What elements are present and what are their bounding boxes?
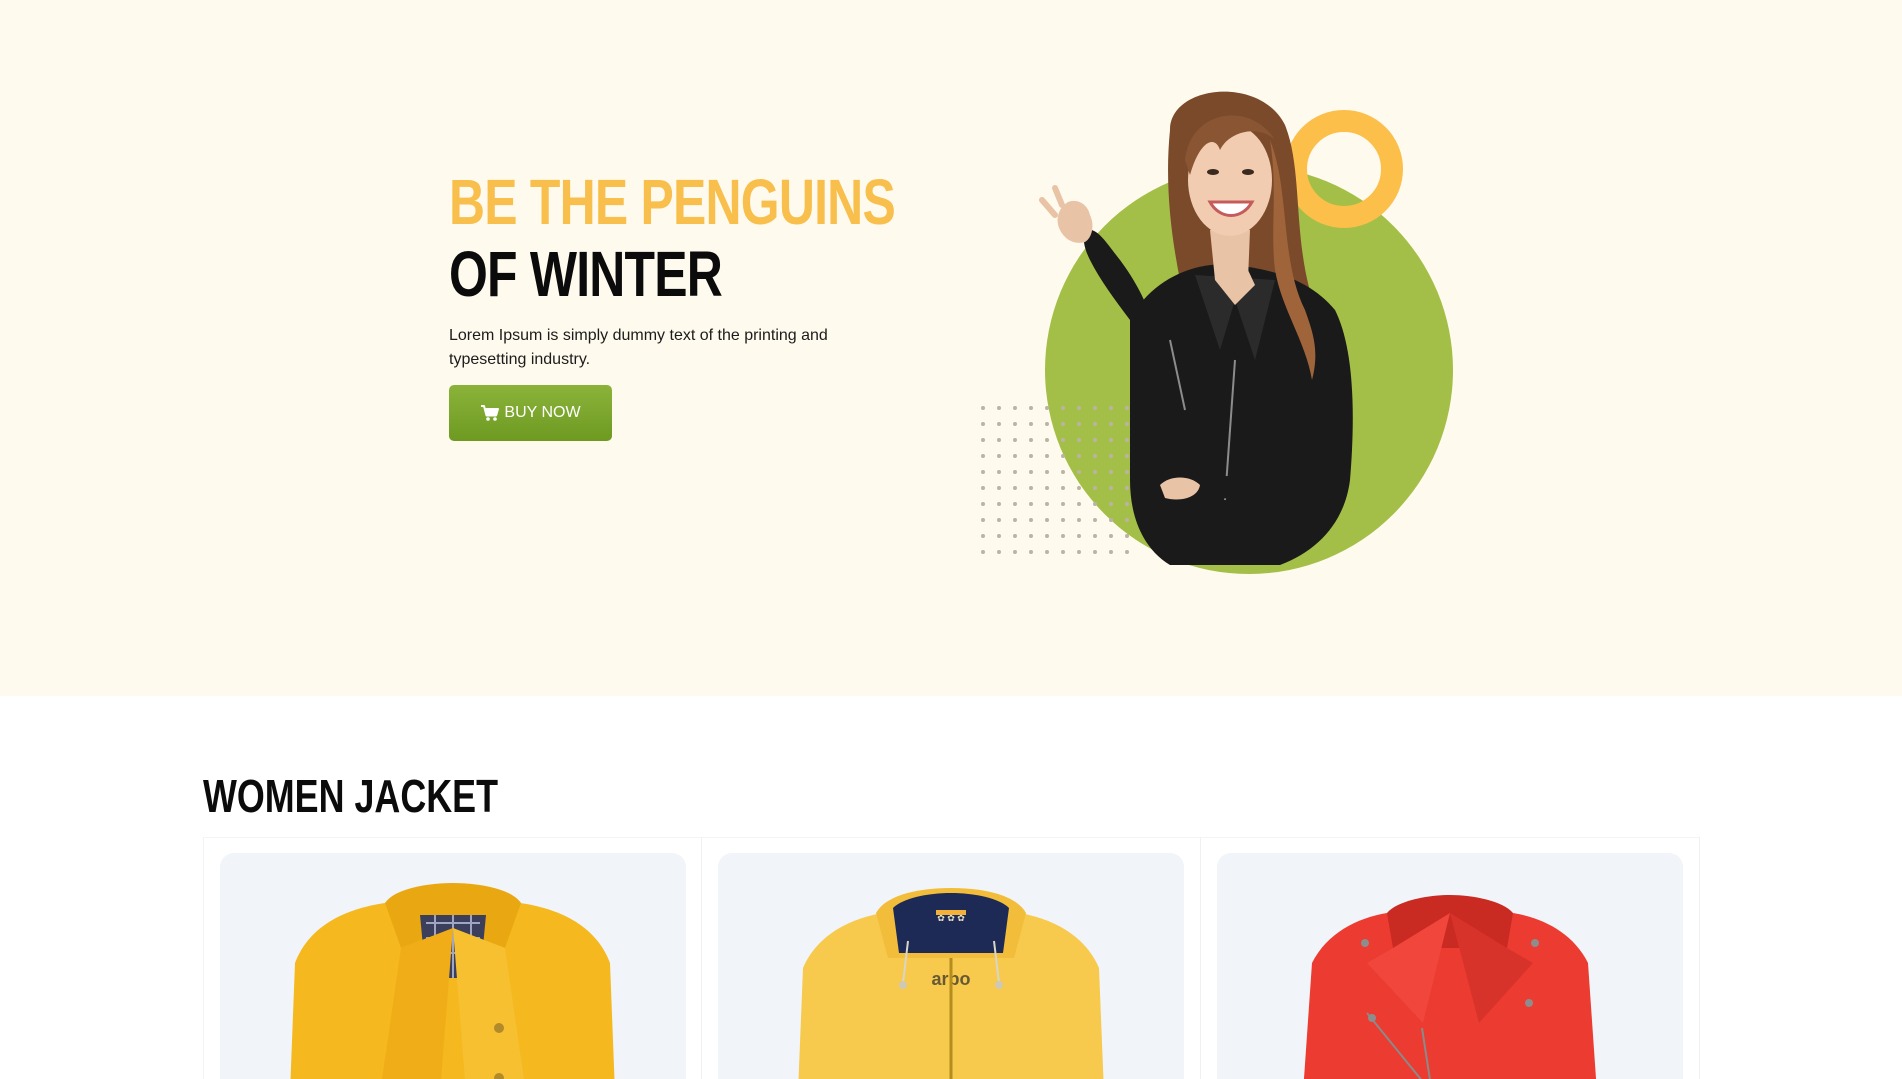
buy-now-button[interactable]: BUY NOW <box>449 385 612 441</box>
cart-icon <box>480 404 500 422</box>
hero-text-block: BE THE PENGUINS OF WINTER Lorem Ipsum is… <box>449 166 896 441</box>
product-image-yellow-hooded-rain-jacket[interactable]: ✿ ✿ ✿ arbo <box>718 853 1184 1079</box>
product-card[interactable] <box>1201 837 1700 1079</box>
hero-banner: BE THE PENGUINS OF WINTER Lorem Ipsum is… <box>0 0 1902 696</box>
hero-title-line-2: OF WINTER <box>449 238 723 310</box>
product-card-list: ✿ ✿ ✿ arbo <box>203 837 1700 1079</box>
buy-now-label: BUY NOW <box>504 404 581 421</box>
product-card[interactable]: ✿ ✿ ✿ arbo <box>702 837 1201 1079</box>
model-photo <box>1039 91 1353 565</box>
hero-title-line-1: BE THE PENGUINS <box>449 166 896 238</box>
product-image-yellow-wool-coat[interactable] <box>220 853 686 1079</box>
product-card[interactable] <box>203 837 702 1079</box>
hero-description: Lorem Ipsum is simply dummy text of the … <box>449 327 828 368</box>
product-image-red-leather-jacket[interactable] <box>1217 853 1683 1079</box>
section-title: WOMEN JACKET <box>203 770 499 822</box>
hero-illustration <box>970 80 1470 580</box>
women-jacket-section: WOMEN JACKET ✿ ✿ ✿ <box>0 696 1902 1079</box>
